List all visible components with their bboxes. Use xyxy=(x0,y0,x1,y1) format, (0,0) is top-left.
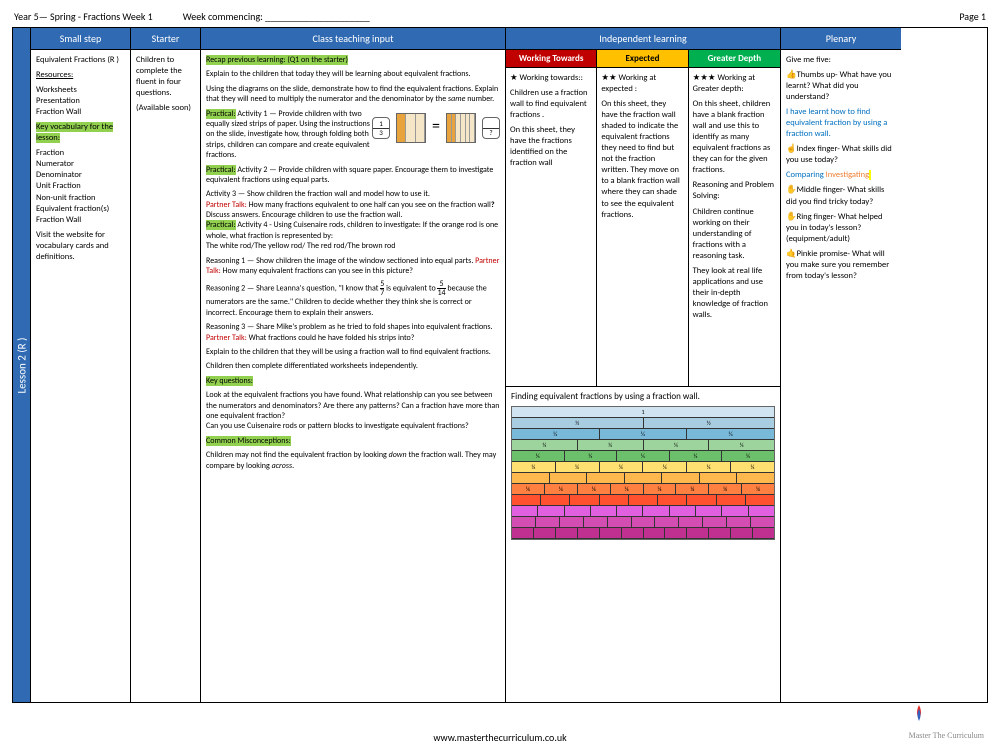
footer-url: www.masterthecurriculum.co.uk xyxy=(0,731,1000,744)
brand-logo: Master The Curriculum xyxy=(909,705,984,740)
lesson-sidebar: Lesson 2 (R ) xyxy=(13,28,31,702)
level-expected: Expected xyxy=(597,50,688,68)
fraction-wall-diagram: 1 ½½ ⅓⅓⅓ ¼¼¼¼ ⅕⅕⅕⅕⅕ ⅙⅙⅙⅙⅙⅙ ⅛⅛⅛⅛⅛⅛⅛⅛ xyxy=(511,406,775,540)
flame-icon xyxy=(909,705,929,729)
level-working-towards: Working Towards xyxy=(506,50,597,68)
week-commencing: Week commencing: _____________________ xyxy=(183,10,370,23)
page-number: Page 1 xyxy=(959,10,986,23)
equivalent-fraction-diagram: 13 = ? xyxy=(372,113,500,143)
col-plenary: Plenary Give me five: 👍Thumbs up- What h… xyxy=(781,28,901,702)
col-teaching-input: Class teaching input Recap previous lear… xyxy=(201,28,506,702)
level-greater-depth: Greater Depth xyxy=(689,50,780,68)
starter-availability: (Available soon) xyxy=(136,103,195,114)
col-independent: Independent learning Working Towards Exp… xyxy=(506,28,781,702)
page-header: Year 5— Spring - Fractions Week 1 Week c… xyxy=(12,10,988,23)
doc-title: Year 5— Spring - Fractions Week 1 xyxy=(14,10,153,23)
gd-content: ★★★ Working at Greater depth: On this sh… xyxy=(689,68,780,386)
fraction-wall-section: Finding equivalent fractions by using a … xyxy=(506,386,780,544)
starter-text: Children to complete the fluent in four … xyxy=(136,55,195,99)
wt-content: ★ Working towards:: Children use a fract… xyxy=(506,68,597,386)
vocab-label: Key vocabulary for the lesson: xyxy=(36,122,113,143)
ex-content: ★★ Working at expected : On this sheet, … xyxy=(597,68,688,386)
lesson-title: Equivalent Fractions (R ) xyxy=(36,55,125,66)
col-small-step: Small step Equivalent Fractions (R ) Res… xyxy=(31,28,131,702)
resources-label: Resources: xyxy=(36,70,73,80)
website-note: Visit the website for vocabulary cards a… xyxy=(36,230,125,263)
vocab-list: Fraction Numerator Denominator Unit Frac… xyxy=(36,148,125,225)
resources-list: Worksheets Presentation Fraction Wall xyxy=(36,85,125,118)
plenary-thumb-answer: I have learnt how to find equivalent fra… xyxy=(786,107,896,140)
lesson-plan-page: Year 5— Spring - Fractions Week 1 Week c… xyxy=(0,0,1000,713)
col-starter: Starter Children to complete the fluent … xyxy=(131,28,201,702)
plan-grid: Lesson 2 (R ) Small step Equivalent Frac… xyxy=(12,27,988,703)
